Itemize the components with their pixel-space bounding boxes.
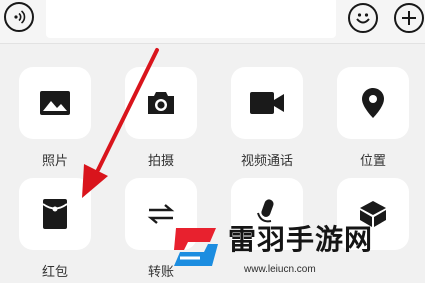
emoji-button[interactable] (348, 3, 378, 33)
camera-icon (148, 92, 174, 114)
message-input[interactable] (46, 0, 336, 38)
red-packet-tile[interactable] (19, 178, 91, 250)
red-packet-label: 红包 (41, 265, 68, 280)
plus-icon (402, 11, 416, 25)
photo-tile[interactable] (19, 67, 91, 139)
site-watermark: 雷羽手游网 www.leiucn.com (170, 218, 425, 283)
chat-input-bar (0, 0, 425, 44)
location-label: 位置 (359, 154, 386, 169)
location-icon (362, 88, 384, 118)
photo-label: 照片 (41, 154, 68, 169)
watermark-logo-icon (174, 228, 218, 266)
photo-icon (40, 91, 70, 115)
emoji-icon (356, 13, 370, 24)
video-call-label: 视频通话 (240, 154, 293, 169)
video-call-icon (250, 92, 284, 114)
voice-icon (14, 10, 26, 24)
voice-button[interactable] (4, 2, 34, 32)
watermark-url: www.leiucn.com (244, 264, 316, 275)
plus-button[interactable] (394, 3, 424, 33)
video-call-tile[interactable] (231, 67, 303, 139)
red-packet-icon (43, 199, 67, 229)
camera-tile[interactable] (125, 67, 197, 139)
location-tile[interactable] (337, 67, 409, 139)
watermark-name: 雷羽手游网 (228, 223, 374, 256)
camera-label: 拍摄 (147, 154, 174, 169)
